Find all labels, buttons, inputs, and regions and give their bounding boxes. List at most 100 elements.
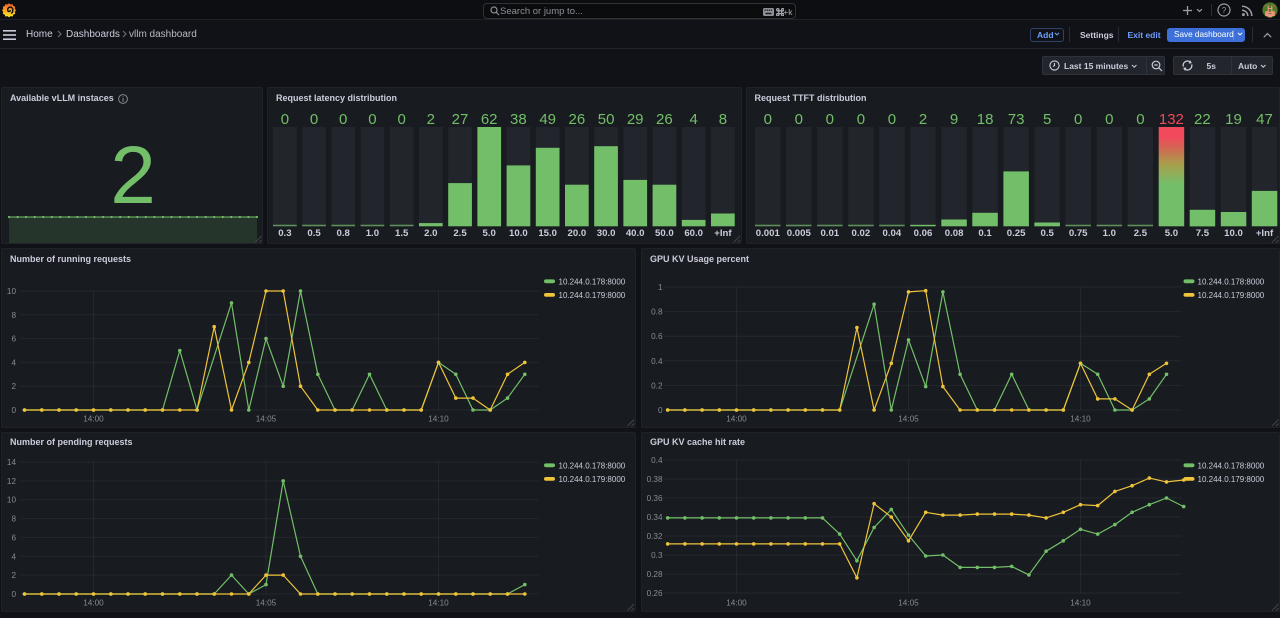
svg-text:0: 0 xyxy=(856,111,864,128)
svg-text:0.6: 0.6 xyxy=(651,332,663,341)
svg-text:10.244.0.178:8000: 10.244.0.178:8000 xyxy=(1197,461,1264,470)
svg-text:10.244.0.178:8000: 10.244.0.178:8000 xyxy=(559,278,626,287)
svg-text:14:05: 14:05 xyxy=(898,598,919,607)
svg-text:10: 10 xyxy=(7,287,17,296)
svg-text:47: 47 xyxy=(1256,111,1273,128)
svg-text:0.32: 0.32 xyxy=(646,532,662,541)
svg-text:i: i xyxy=(122,95,124,104)
svg-text:7.5: 7.5 xyxy=(1195,228,1209,239)
svg-text:0: 0 xyxy=(887,111,895,128)
svg-text:26: 26 xyxy=(656,111,673,128)
svg-text:0.001: 0.001 xyxy=(755,228,780,239)
svg-text:12: 12 xyxy=(7,476,17,485)
svg-text:0.75: 0.75 xyxy=(1068,228,1087,239)
svg-text:10: 10 xyxy=(7,495,17,504)
svg-text:10.0: 10.0 xyxy=(509,228,528,239)
svg-text:0.25: 0.25 xyxy=(1006,228,1025,239)
svg-text:14:00: 14:00 xyxy=(726,598,747,607)
svg-text:2: 2 xyxy=(427,111,435,128)
svg-text:0: 0 xyxy=(1105,111,1113,128)
svg-text:6: 6 xyxy=(11,335,16,344)
svg-text:0.3: 0.3 xyxy=(278,228,291,239)
svg-text:0: 0 xyxy=(368,111,376,128)
svg-text:5.0: 5.0 xyxy=(1164,228,1177,239)
svg-text:2: 2 xyxy=(110,130,156,221)
svg-text:2: 2 xyxy=(918,111,926,128)
svg-text:0.34: 0.34 xyxy=(646,513,662,522)
svg-text:14:10: 14:10 xyxy=(1070,598,1091,607)
svg-text:10.244.0.179:8000: 10.244.0.179:8000 xyxy=(1197,475,1264,484)
svg-text:0: 0 xyxy=(281,111,289,128)
svg-text:0.06: 0.06 xyxy=(913,228,932,239)
svg-text:+Inf: +Inf xyxy=(714,228,732,239)
svg-text:8: 8 xyxy=(11,514,16,523)
svg-text:14:10: 14:10 xyxy=(428,415,449,424)
svg-text:4: 4 xyxy=(690,111,698,128)
svg-text:0.3: 0.3 xyxy=(651,551,663,560)
svg-text:14:05: 14:05 xyxy=(898,415,919,424)
svg-text:0: 0 xyxy=(398,111,406,128)
svg-text:0.08: 0.08 xyxy=(944,228,963,239)
svg-text:50.0: 50.0 xyxy=(655,228,674,239)
svg-text:10.244.0.178:8000: 10.244.0.178:8000 xyxy=(1197,278,1264,287)
svg-text:0.8: 0.8 xyxy=(651,308,663,317)
svg-text:0.5: 0.5 xyxy=(1040,228,1054,239)
svg-text:14:10: 14:10 xyxy=(1070,415,1091,424)
svg-text:0.04: 0.04 xyxy=(882,228,901,239)
svg-text:0.4: 0.4 xyxy=(651,456,663,465)
svg-text:0: 0 xyxy=(825,111,833,128)
svg-text:0.8: 0.8 xyxy=(337,228,351,239)
svg-text:14: 14 xyxy=(7,458,17,467)
svg-text:0.36: 0.36 xyxy=(646,494,662,503)
svg-text:20.0: 20.0 xyxy=(568,228,587,239)
svg-text:0: 0 xyxy=(339,111,347,128)
svg-text:9: 9 xyxy=(949,111,957,128)
svg-text:2.0: 2.0 xyxy=(424,228,437,239)
svg-text:2.5: 2.5 xyxy=(453,228,467,239)
svg-text:0.1: 0.1 xyxy=(978,228,992,239)
svg-text:30.0: 30.0 xyxy=(597,228,616,239)
svg-text:73: 73 xyxy=(1007,111,1024,128)
svg-text:0: 0 xyxy=(1136,111,1144,128)
svg-text:10.0: 10.0 xyxy=(1224,228,1243,239)
svg-text:62: 62 xyxy=(481,111,498,128)
svg-text:0: 0 xyxy=(310,111,318,128)
svg-text:10.244.0.179:8000: 10.244.0.179:8000 xyxy=(559,475,626,484)
svg-text:14:00: 14:00 xyxy=(726,415,747,424)
svg-text:10.244.0.179:8000: 10.244.0.179:8000 xyxy=(1197,291,1264,300)
svg-text:+Inf: +Inf xyxy=(1255,228,1273,239)
svg-text:2: 2 xyxy=(11,571,16,580)
svg-text:2.5: 2.5 xyxy=(1133,228,1147,239)
svg-text:0.2: 0.2 xyxy=(651,381,663,390)
svg-text:1.0: 1.0 xyxy=(366,228,379,239)
svg-text:14:05: 14:05 xyxy=(256,598,277,607)
svg-text:5.0: 5.0 xyxy=(483,228,496,239)
svg-text:132: 132 xyxy=(1158,111,1183,128)
svg-text:18: 18 xyxy=(976,111,993,128)
svg-text:38: 38 xyxy=(510,111,527,128)
svg-text:0: 0 xyxy=(763,111,771,128)
svg-text:19: 19 xyxy=(1225,111,1242,128)
svg-text:14:10: 14:10 xyxy=(428,598,449,607)
svg-text:0.4: 0.4 xyxy=(651,357,663,366)
svg-text:0.005: 0.005 xyxy=(786,228,811,239)
svg-text:0: 0 xyxy=(657,406,662,415)
svg-text:5: 5 xyxy=(1043,111,1051,128)
svg-text:22: 22 xyxy=(1194,111,1211,128)
svg-text:40.0: 40.0 xyxy=(626,228,645,239)
svg-text:0.02: 0.02 xyxy=(851,228,870,239)
svg-text:1.0: 1.0 xyxy=(1102,228,1115,239)
svg-text:29: 29 xyxy=(627,111,644,128)
svg-text:27: 27 xyxy=(452,111,469,128)
svg-text:15.0: 15.0 xyxy=(538,228,557,239)
svg-text:1.5: 1.5 xyxy=(395,228,409,239)
svg-text:0: 0 xyxy=(1074,111,1082,128)
svg-text:10.244.0.179:8000: 10.244.0.179:8000 xyxy=(559,291,626,300)
svg-text:0: 0 xyxy=(11,590,16,599)
svg-text:0.38: 0.38 xyxy=(646,475,662,484)
svg-text:14:05: 14:05 xyxy=(256,415,277,424)
svg-text:8: 8 xyxy=(11,311,16,320)
svg-text:4: 4 xyxy=(11,552,16,561)
svg-text:10.244.0.178:8000: 10.244.0.178:8000 xyxy=(559,461,626,470)
svg-text:0.5: 0.5 xyxy=(307,228,321,239)
